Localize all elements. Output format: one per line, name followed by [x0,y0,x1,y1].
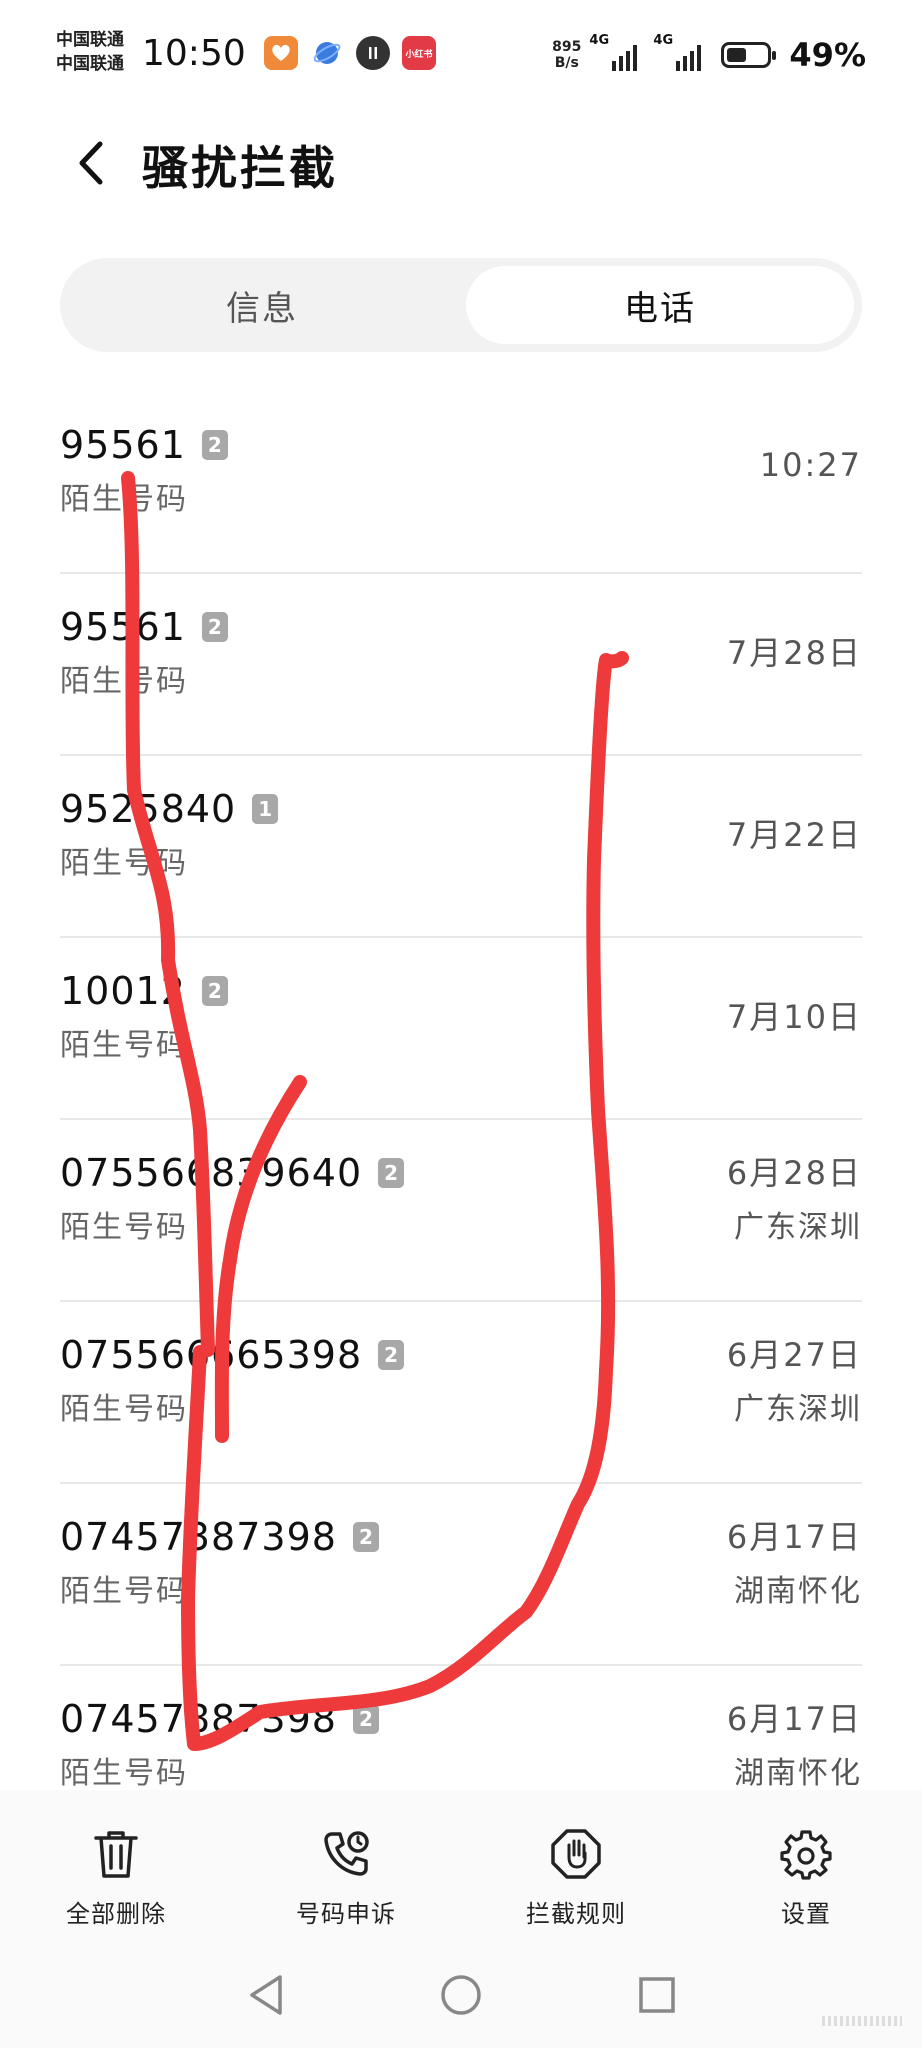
list-item[interactable]: 10012 2 陌生号码 7月10日 [60,936,862,1118]
block-rules-button[interactable]: 拦截规则 [486,1824,666,1929]
call-count-badge: 2 [201,976,228,1006]
nav-back-button[interactable] [241,1970,291,2020]
signal-1-icon: 4G [589,33,638,71]
phone-number: 075566665398 [60,1333,363,1377]
call-count-badge: 2 [352,1704,379,1734]
carrier-1: 中国联通 [56,30,124,50]
settings-button[interactable]: 设置 [716,1824,896,1929]
nav-recents-button[interactable] [632,1970,682,2020]
battery-icon [721,42,777,68]
call-count-badge: 2 [352,1522,379,1552]
list-item[interactable]: 95561 2 陌生号码 10:27 [60,390,862,572]
call-location: 广东深圳 [734,1392,862,1427]
stop-hand-icon [546,1824,606,1884]
call-date: 6月17日 [726,1518,862,1556]
block-rules-label: 拦截规则 [526,1900,626,1928]
delete-all-label: 全部删除 [66,1900,166,1928]
number-label: 陌生号码 [60,846,188,881]
circle-home-icon [441,1975,481,2015]
tab-messages[interactable]: 信息 [68,266,456,344]
list-item[interactable]: 075566839640 2 陌生号码 6月28日 广东深圳 [60,1118,862,1300]
blue-app-icon [310,36,344,70]
phone-appeal-icon [316,1824,376,1884]
signal-2-icon: 4G [653,33,702,71]
call-count-badge: 2 [201,612,228,642]
nav-home-button[interactable] [436,1970,486,2020]
phone-number: 07457887398 [60,1697,337,1741]
call-time: 10:27 [759,446,862,484]
phone-number: 95561 [60,605,186,649]
net-speed-unit: B/s [554,55,579,71]
tab-calls[interactable]: 电话 [466,266,854,344]
square-recents-icon [639,1977,675,2013]
network-type-2: 4G [653,33,674,48]
call-count-badge: 2 [378,1158,405,1188]
back-button[interactable] [66,138,116,188]
net-speed-value: 895 [552,39,582,55]
number-label: 陌生号码 [60,1210,188,1245]
call-date: 7月28日 [726,634,862,672]
header: 骚扰拦截 [0,120,922,210]
xiaohongshu-text: 小红书 [405,49,433,60]
blocked-call-list: 95561 2 陌生号码 10:27 95561 2 陌生号码 7月28日 9525… [60,390,862,1846]
delete-all-button[interactable]: 全部删除 [26,1824,206,1929]
status-bar: 中国联通 中国联通 10:50 小红书 895 B/s 4G 4G 49% [0,0,922,110]
phone-number: 95561 [60,423,186,467]
list-item[interactable]: 07457387398 2 陌生号码 6月17日 湖南怀化 [60,1482,862,1664]
call-date: 7月10日 [726,998,862,1036]
status-right: 895 B/s 4G 4G 49% [552,33,866,74]
gesture-handle [822,2016,902,2026]
page-title: 骚扰拦截 [142,141,338,195]
status-time: 10:50 [142,33,246,74]
chevron-left-icon [79,141,103,185]
settings-label: 设置 [781,1900,831,1928]
battery-percent: 49% [789,36,866,74]
list-item[interactable]: 95561 2 陌生号码 7月28日 [60,572,862,754]
carrier-2: 中国联通 [56,54,124,74]
list-item[interactable]: 9525840 1 陌生号码 7月22日 [60,754,862,936]
call-count-badge: 2 [201,430,228,460]
phone-number: 10012 [60,969,186,1013]
system-nav-bar [0,1940,922,2048]
net-speed: 895 B/s [552,39,581,71]
trash-icon [86,1824,146,1884]
black-app-icon [356,36,390,70]
number-label: 陌生号码 [60,1028,188,1063]
tab-switcher: 信息 电话 [60,258,862,352]
number-label: 陌生号码 [60,1392,188,1427]
taobao-app-icon [264,36,298,70]
call-date: 6月28日 [726,1154,862,1192]
call-count-badge: 1 [252,794,279,824]
call-count-badge: 2 [378,1340,405,1370]
call-location: 湖南怀化 [734,1574,862,1609]
call-date: 7月22日 [726,816,862,854]
number-label: 陌生号码 [60,482,188,517]
phone-number: 9525840 [60,787,237,831]
call-date: 6月17日 [726,1700,862,1738]
number-label: 陌生号码 [60,1756,188,1791]
battery-level [727,48,747,62]
gear-icon [776,1824,836,1884]
call-location: 湖南怀化 [734,1756,862,1791]
phone-number: 075566839640 [60,1151,363,1195]
phone-number: 07457387398 [60,1515,337,1559]
number-label: 陌生号码 [60,1574,188,1609]
number-label: 陌生号码 [60,664,188,699]
triangle-back-icon [250,1975,282,2015]
call-date: 6月27日 [726,1336,862,1374]
carrier-labels: 中国联通 中国联通 [56,28,124,76]
call-location: 广东深圳 [734,1210,862,1245]
xiaohongshu-app-icon: 小红书 [402,36,436,70]
list-item[interactable]: 075566665398 2 陌生号码 6月27日 广东深圳 [60,1300,862,1482]
bottom-toolbar: 全部删除 号码申诉 拦截规则 设置 [0,1790,922,1940]
number-appeal-label: 号码申诉 [296,1900,396,1928]
network-type-1: 4G [589,33,610,48]
number-appeal-button[interactable]: 号码申诉 [256,1824,436,1929]
